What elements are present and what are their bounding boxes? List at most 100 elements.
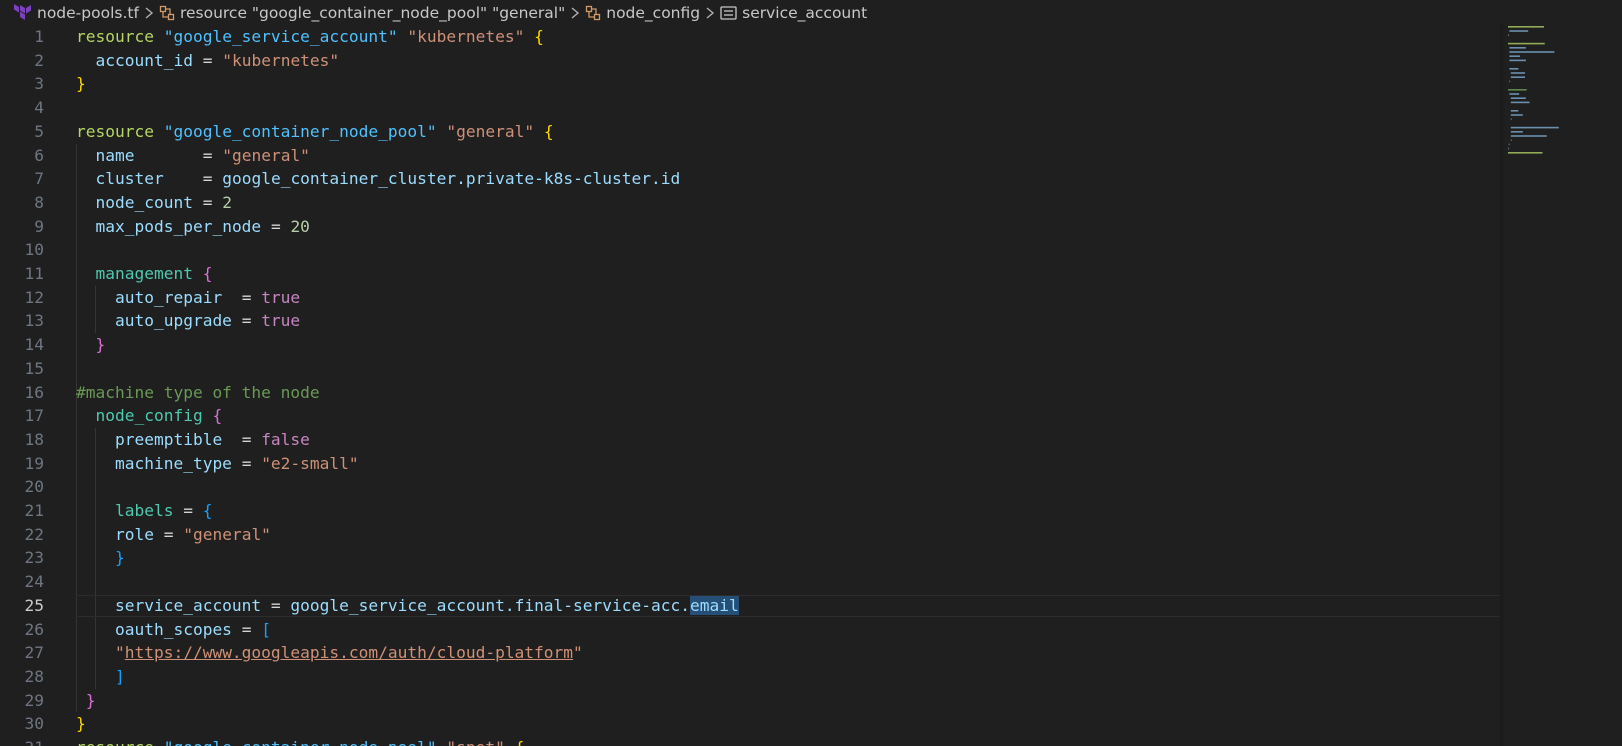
symbol-module-icon xyxy=(585,5,601,21)
breadcrumb-block-label: node_config xyxy=(606,4,701,22)
code-line[interactable]: 31 resource "google_container_node_pool" … xyxy=(0,736,1500,746)
minimap-line xyxy=(1510,126,1559,129)
breadcrumb-file[interactable]: node-pools.tf xyxy=(14,4,139,22)
line-number: 26 xyxy=(24,619,45,639)
code-line[interactable]: 30} xyxy=(0,712,1500,736)
chevron-right-icon xyxy=(570,6,580,20)
line-number: 6 xyxy=(34,145,44,165)
code-line[interactable]: 18 preemptible = false xyxy=(0,428,1500,452)
line-number: 7 xyxy=(34,169,44,189)
breadcrumb-attribute-label: service_account xyxy=(742,4,868,22)
line-number: 29 xyxy=(24,690,45,710)
code-editor[interactable]: 1 resource "google_service_account" "kube… xyxy=(0,25,1500,746)
code-text: max_pods_per_node = 20 xyxy=(95,216,310,236)
minimap-line xyxy=(1509,30,1529,32)
breadcrumb-file-label: node-pools.tf xyxy=(37,4,139,22)
minimap-line xyxy=(1509,59,1526,62)
code-line[interactable]: 13 auto_upgrade = true xyxy=(0,309,1500,333)
code-text: } xyxy=(76,714,86,734)
line-number: 4 xyxy=(34,98,44,118)
line-number: 30 xyxy=(24,714,45,734)
line-number: 11 xyxy=(24,264,45,283)
breadcrumb: node-pools.tf resource "google_container… xyxy=(0,0,1622,26)
line-number: 13 xyxy=(24,311,45,331)
line-number: 16 xyxy=(24,382,45,402)
minimap-line xyxy=(1510,110,1519,112)
code-line[interactable]: 26 oauth_scopes = [ xyxy=(0,618,1500,642)
line-number: 24 xyxy=(24,572,45,592)
line-number: 23 xyxy=(24,548,45,568)
code-line[interactable]: 3} xyxy=(0,72,1500,96)
minimap-line xyxy=(1508,34,1509,36)
code-line[interactable]: 1 resource "google_service_account" "kube… xyxy=(0,25,1500,49)
code-line[interactable]: 21 labels = { xyxy=(0,499,1500,523)
code-text: } xyxy=(114,548,125,568)
code-line[interactable]: 8 node_count = 2 xyxy=(0,191,1500,215)
minimap-line xyxy=(1510,97,1526,99)
line-number: 10 xyxy=(24,240,45,260)
code-line[interactable]: 23 } xyxy=(0,546,1500,570)
minimap-line xyxy=(1508,42,1545,45)
line-number: 8 xyxy=(34,192,44,212)
minimap-line xyxy=(1510,76,1526,78)
line-number: 20 xyxy=(24,477,45,497)
code-line[interactable]: 14 } xyxy=(0,333,1500,357)
code-line[interactable]: 28 ] xyxy=(0,665,1500,689)
code-line[interactable]: 17 node_config { xyxy=(0,404,1500,428)
line-number: 12 xyxy=(24,287,45,307)
code-line[interactable]: 15 xyxy=(0,357,1500,381)
minimap-line xyxy=(1509,47,1526,49)
code-text: "https://www.googleapis.com/auth/cloud-p… xyxy=(114,643,583,663)
minimap-line xyxy=(1508,143,1510,146)
code-text: resource "google_service_account" "kuber… xyxy=(76,27,544,46)
code-line[interactable]: 4 xyxy=(0,96,1500,120)
line-number: 14 xyxy=(24,335,45,355)
minimap-line xyxy=(1508,152,1543,154)
code-line[interactable]: 12 auto_repair = true xyxy=(0,286,1500,310)
minimap-line xyxy=(1510,101,1530,104)
minimap-line xyxy=(1510,139,1512,141)
code-line[interactable]: 6 name = "general" xyxy=(0,144,1500,168)
code-text: resource "google_container_node_pool" "s… xyxy=(76,736,524,746)
minimap-line xyxy=(1508,147,1509,150)
breadcrumb-attribute[interactable]: service_account xyxy=(720,4,867,22)
code-text: resource "google_container_node_pool" "g… xyxy=(76,121,554,141)
code-line[interactable]: 9 max_pods_per_node = 20 xyxy=(0,215,1500,239)
minimap[interactable] xyxy=(1506,24,1622,164)
line-number: 15 xyxy=(24,358,45,378)
code-line[interactable]: 19 machine_type = "e2-small" xyxy=(0,452,1500,476)
line-number: 19 xyxy=(24,453,45,473)
code-text: preemptible = false xyxy=(114,429,310,449)
code-line[interactable]: 20 xyxy=(0,475,1500,499)
code-line[interactable]: 11 management { xyxy=(0,262,1500,286)
line-number: 27 xyxy=(24,643,45,663)
code-line[interactable]: 22 role = "general" xyxy=(0,523,1500,547)
code-line[interactable]: 27 "https://www.googleapis.com/auth/clou… xyxy=(0,641,1500,665)
line-number: 5 xyxy=(34,121,44,141)
code-line[interactable]: 5 resource "google_container_node_pool" "… xyxy=(0,120,1500,144)
code-line[interactable]: 29 } xyxy=(0,689,1500,713)
code-line[interactable]: 25 service_account = google_service_acco… xyxy=(0,594,1500,618)
breadcrumb-block[interactable]: node_config xyxy=(585,4,700,22)
line-number: 2 xyxy=(34,50,44,70)
code-text: management { xyxy=(95,264,213,283)
code-line[interactable]: 2 account_id = "kubernetes" xyxy=(0,49,1500,73)
breadcrumb-resource-label: resource "google_container_node_pool" "g… xyxy=(179,4,566,22)
minimap-line xyxy=(1509,68,1519,70)
code-text: #machine type of the node xyxy=(76,382,320,402)
code-text: node_config { xyxy=(95,406,223,426)
breadcrumb-resource[interactable]: resource "google_container_node_pool" "g… xyxy=(159,4,565,22)
code-text: cluster = google_container_cluster.priva… xyxy=(95,169,681,189)
code-line[interactable]: 16 #machine type of the node xyxy=(0,381,1500,405)
code-line[interactable]: 10 xyxy=(0,238,1500,262)
minimap-line xyxy=(1508,89,1527,91)
line-number: 9 xyxy=(34,216,44,236)
code-line[interactable]: 24 xyxy=(0,570,1500,594)
line-number: 21 xyxy=(24,501,45,520)
code-text: } xyxy=(85,690,96,710)
line-number: 22 xyxy=(24,524,45,544)
line-number: 18 xyxy=(24,429,45,449)
code-line[interactable]: 7 cluster = google_container_cluster.pri… xyxy=(0,167,1500,191)
minimap-line xyxy=(1510,131,1523,133)
minimap-line xyxy=(1509,80,1511,83)
